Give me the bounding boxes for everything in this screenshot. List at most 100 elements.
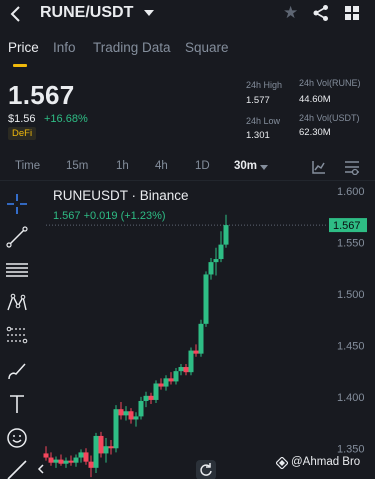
- candle-body: [183, 367, 189, 373]
- candle-body: [208, 262, 214, 275]
- candle-body: [58, 459, 64, 464]
- interval-bar: Time 15m 1h 4h 1D 30m: [0, 157, 375, 177]
- watermark-icon: [276, 457, 288, 469]
- current-price-tag-label: 1.567: [333, 220, 361, 232]
- last-price: 1.567: [8, 80, 75, 110]
- candle-body: [78, 452, 84, 458]
- candle: [78, 449, 84, 463]
- interval-1d[interactable]: 1D: [195, 160, 210, 172]
- candle: [138, 396, 144, 420]
- tab-square[interactable]: Square: [185, 40, 229, 55]
- pattern-tool-icon[interactable]: [5, 291, 29, 315]
- candle-body: [128, 411, 134, 420]
- text-tool-icon[interactable]: [5, 392, 29, 416]
- back-arrow-icon[interactable]: [6, 4, 26, 24]
- candle: [53, 456, 59, 468]
- candle: [223, 214, 229, 248]
- refresh-icon: [200, 463, 212, 476]
- price-change-percent: +16.68%: [44, 113, 88, 125]
- candle: [68, 455, 74, 466]
- candle: [173, 368, 179, 385]
- share-icon[interactable]: [312, 4, 330, 22]
- favorite-star-icon[interactable]: ★: [283, 4, 298, 22]
- candle: [153, 380, 159, 404]
- candle: [63, 457, 69, 468]
- watermark-text: @Ahmad Bro: [291, 456, 361, 468]
- candle-body: [83, 452, 89, 462]
- y-tick-label: 1.500: [337, 289, 365, 301]
- candle: [108, 440, 114, 455]
- low-label: 24h Low: [246, 116, 281, 126]
- candle-body: [198, 323, 204, 354]
- candle: [193, 344, 199, 357]
- candle-body: [53, 459, 59, 463]
- active-tab-indicator: [13, 64, 27, 67]
- candle-body: [143, 395, 149, 401]
- chart-settings-icon[interactable]: [344, 159, 360, 175]
- category-tag[interactable]: DeFi: [8, 127, 37, 140]
- candle: [58, 454, 64, 466]
- tab-trading-data[interactable]: Trading Data: [93, 40, 171, 55]
- candle-body: [173, 371, 179, 382]
- candle: [133, 412, 139, 427]
- candle-body: [88, 461, 94, 468]
- candle: [88, 455, 94, 478]
- candle: [163, 375, 169, 391]
- ruler-icon[interactable]: [5, 458, 29, 479]
- candle: [213, 247, 219, 276]
- interval-30m[interactable]: 30m: [234, 160, 257, 172]
- y-tick-label: 1.600: [337, 186, 365, 198]
- candle: [103, 438, 109, 463]
- tab-bar: Price Info Trading Data Square: [0, 38, 375, 67]
- candle: [198, 319, 204, 357]
- pair-dropdown-icon[interactable]: [144, 10, 154, 16]
- emoji-icon[interactable]: [5, 426, 29, 450]
- candle: [93, 432, 99, 473]
- fib-tool-icon[interactable]: [5, 324, 29, 348]
- candle: [113, 405, 119, 453]
- pair-title[interactable]: RUNE/USDT: [40, 4, 133, 22]
- indicator-chart-icon[interactable]: [311, 159, 327, 175]
- y-tick-label: 1.350: [337, 443, 365, 455]
- candle: [98, 431, 104, 458]
- candle-body: [168, 378, 174, 382]
- reset-chart-button[interactable]: [196, 460, 216, 479]
- tab-info[interactable]: Info: [53, 40, 76, 55]
- candle-body: [193, 350, 199, 354]
- candle: [203, 271, 209, 327]
- candle-body: [203, 274, 209, 324]
- candle-body: [188, 350, 194, 373]
- vol-quote-value: 62.30M: [299, 127, 331, 138]
- drawing-toolbar: [0, 182, 36, 479]
- collapse-toolbar-icon[interactable]: [36, 462, 46, 476]
- interval-15m[interactable]: 15m: [66, 160, 88, 172]
- candle-body: [93, 435, 99, 468]
- candle-body: [73, 457, 79, 463]
- high-label: 24h High: [246, 80, 283, 90]
- candle: [208, 258, 214, 280]
- chart-price-line: 1.567 +0.019 (+1.23%): [53, 210, 166, 222]
- brush-icon[interactable]: [5, 359, 29, 383]
- interval-dropdown-icon[interactable]: [260, 165, 268, 170]
- y-tick-label: 1.550: [337, 238, 365, 250]
- candlestick-chart[interactable]: 1.600 1.550 1.500 1.450 1.400 1.350 1.567: [36, 182, 375, 479]
- grid-menu-icon[interactable]: [344, 5, 360, 21]
- interval-4h[interactable]: 4h: [155, 160, 168, 172]
- interval-time[interactable]: Time: [15, 160, 40, 172]
- trend-line-icon[interactable]: [5, 225, 29, 249]
- high-value: 1.577: [246, 95, 270, 106]
- horizontal-lines-icon[interactable]: [5, 258, 29, 282]
- y-tick-label: 1.450: [337, 340, 365, 352]
- candle-body: [113, 409, 119, 449]
- interval-1h[interactable]: 1h: [116, 160, 129, 172]
- vol-base-value: 44.60M: [299, 94, 331, 105]
- tab-price[interactable]: Price: [8, 40, 39, 55]
- candle: [158, 378, 164, 390]
- candle-body: [43, 453, 49, 458]
- candle-body: [153, 383, 159, 400]
- crosshair-icon[interactable]: [5, 192, 29, 216]
- y-tick-label: 1.400: [337, 392, 365, 404]
- candle-body: [158, 383, 164, 387]
- candle-body: [178, 367, 184, 372]
- candle-body: [223, 225, 229, 245]
